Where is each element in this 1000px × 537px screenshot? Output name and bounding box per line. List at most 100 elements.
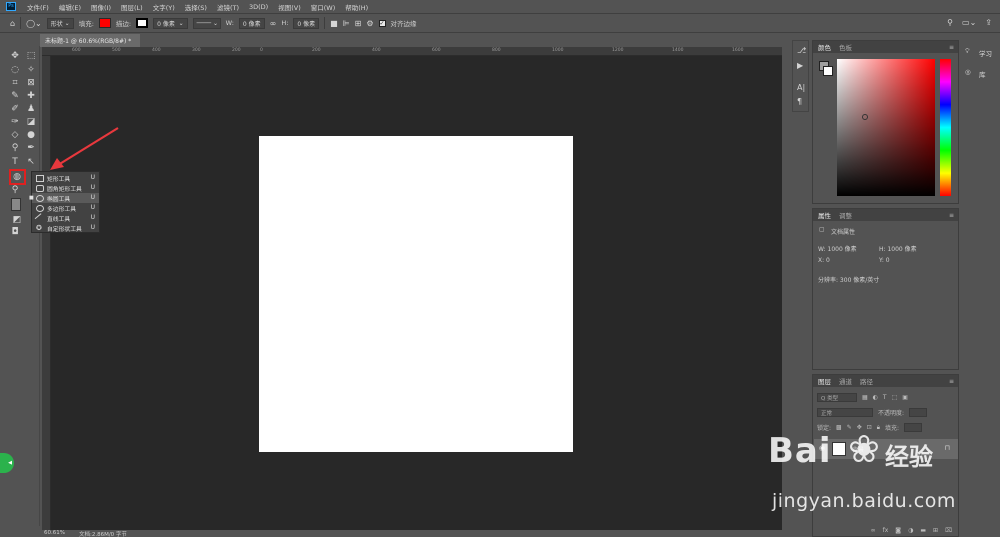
adjustment-layer-icon[interactable]: ◑ <box>908 527 913 534</box>
move-tool-icon[interactable]: ✥ <box>9 50 21 62</box>
flyout-polygon-tool[interactable]: 多边形工具 U <box>32 203 99 213</box>
pen-tool-icon[interactable]: ✒ <box>25 142 37 154</box>
tab-layers[interactable]: 图层 <box>818 376 831 386</box>
filter-pixel-icon[interactable]: ▦ <box>862 394 868 401</box>
paragraph-icon[interactable]: ¶ <box>797 97 802 106</box>
blur-tool-icon[interactable]: ● <box>25 129 37 141</box>
menu-select[interactable]: 选择(S) <box>180 2 212 12</box>
learn-label[interactable]: 学习 <box>979 48 992 58</box>
type-tool-icon[interactable]: T <box>9 156 21 168</box>
hue-slider[interactable] <box>940 59 951 196</box>
flyout-rounded-rectangle-tool[interactable]: 圆角矩形工具 U <box>32 183 99 193</box>
eyedropper-tool-icon[interactable]: ✎ <box>9 90 21 102</box>
height-field[interactable]: 0 像素 <box>293 17 320 29</box>
menu-3d[interactable]: 3D(D) <box>244 3 273 11</box>
flyout-ellipse-tool[interactable]: ■ 椭圆工具 U <box>29 193 99 203</box>
crop-tool-icon[interactable]: ⌗ <box>9 77 21 89</box>
fill-color-swatch[interactable] <box>98 18 111 28</box>
opacity-field[interactable] <box>909 408 928 417</box>
library-label[interactable]: 库 <box>979 69 986 79</box>
tab-color[interactable]: 颜色 <box>818 42 831 52</box>
doc-width[interactable]: W: 1000 像素 <box>818 244 857 253</box>
menu-edit[interactable]: 编辑(E) <box>54 2 86 12</box>
trash-icon[interactable]: ⌧ <box>945 527 952 534</box>
layer-kind-select[interactable]: Q 类型 <box>817 393 857 402</box>
character-icon[interactable]: A| <box>797 83 805 92</box>
healing-brush-icon[interactable]: ✚ <box>25 90 37 102</box>
stroke-color-swatch[interactable] <box>136 18 149 28</box>
background-swatch[interactable] <box>823 66 833 76</box>
menu-window[interactable]: 窗口(W) <box>306 2 341 12</box>
stamp-tool-icon[interactable]: ♟ <box>25 103 37 115</box>
foreground-color-icon[interactable] <box>11 198 21 211</box>
ellipse-tool-preset-icon[interactable]: ◯⌄ <box>26 19 42 28</box>
new-layer-icon[interactable]: ⊞ <box>933 527 938 534</box>
swap-colors-icon[interactable]: ◩ <box>11 214 23 226</box>
menu-filter[interactable]: 滤镜(T) <box>212 2 244 12</box>
panel-menu-icon[interactable]: ≡ <box>949 212 954 219</box>
menu-layer[interactable]: 图层(L) <box>116 2 148 12</box>
zoom-level[interactable]: 60.61% <box>44 530 65 537</box>
tool-mode-select[interactable]: 形状 ⌄ <box>46 17 74 29</box>
frame-tool-icon[interactable]: ⊠ <box>25 77 37 89</box>
tab-channels[interactable]: 通道 <box>839 376 852 386</box>
dodge-tool-icon[interactable]: ⚲ <box>9 142 21 154</box>
align-edges-checkbox[interactable]: ✓ <box>378 19 386 27</box>
filter-type-icon[interactable]: T <box>883 394 887 401</box>
link-layers-icon[interactable]: ∞ <box>871 527 876 534</box>
color-picker-field[interactable] <box>837 59 935 196</box>
document-canvas[interactable] <box>259 136 573 452</box>
path-operations-icon[interactable]: ■ <box>330 19 338 28</box>
filter-smart-icon[interactable]: ▣ <box>902 394 908 401</box>
magic-wand-icon[interactable]: ✧ <box>25 64 37 76</box>
tab-adjustments[interactable]: 调整 <box>839 210 852 220</box>
width-field[interactable]: 0 像素 <box>238 17 265 29</box>
path-alignment-icon[interactable]: ⊫ <box>343 19 350 28</box>
add-mask-icon[interactable]: ◙ <box>895 527 901 534</box>
blend-mode-select[interactable]: 正常 <box>817 408 873 417</box>
doc-height[interactable]: H: 1000 像素 <box>879 244 917 253</box>
tab-properties[interactable]: 属性 <box>818 210 831 220</box>
tab-swatches[interactable]: 色板 <box>839 42 852 52</box>
fx-icon[interactable]: fx <box>883 527 889 534</box>
menu-type[interactable]: 文字(Y) <box>148 2 180 12</box>
gear-icon[interactable]: ⚙ <box>366 19 373 28</box>
flyout-line-tool[interactable]: 直线工具 U <box>32 212 99 224</box>
stroke-type-select[interactable]: ──── ⌄ <box>192 17 221 29</box>
brush-tool-icon[interactable]: ✐ <box>9 103 21 115</box>
flyout-custom-shape-tool[interactable]: ✪ 自定形状工具 U <box>32 223 99 233</box>
share-icon[interactable]: ⇪ <box>985 18 992 27</box>
ellipse-tool-icon[interactable]: ◍ <box>11 171 23 183</box>
doc-y[interactable]: Y: 0 <box>879 257 890 264</box>
workspace-icon[interactable]: ▭⌄ <box>962 18 976 27</box>
lasso-tool-icon[interactable]: ◌ <box>9 64 21 76</box>
history-brush-icon[interactable]: ✑ <box>9 116 21 128</box>
panel-menu-icon[interactable]: ≡ <box>949 378 954 385</box>
history-icon[interactable]: ⎇ <box>797 46 806 55</box>
search-icon[interactable]: ⚲ <box>947 18 953 27</box>
menu-view[interactable]: 视图(V) <box>273 2 306 12</box>
menu-image[interactable]: 图像(I) <box>86 2 116 12</box>
stroke-width-field[interactable]: 0 像素 ⌄ <box>153 17 188 29</box>
new-group-icon[interactable]: ▬ <box>920 527 926 534</box>
link-icon[interactable]: ∞ <box>270 19 277 28</box>
tab-paths[interactable]: 路径 <box>860 376 873 386</box>
canvas-workspace[interactable] <box>51 56 782 531</box>
library-icon[interactable]: ◎ <box>965 68 971 76</box>
panel-menu-icon[interactable]: ≡ <box>949 44 954 51</box>
filter-shape-icon[interactable]: ⬚ <box>892 394 898 401</box>
paint-bucket-icon[interactable]: ◇ <box>9 129 21 141</box>
doc-x[interactable]: X: 0 <box>818 257 830 264</box>
menu-file[interactable]: 文件(F) <box>22 2 54 12</box>
eraser-tool-icon[interactable]: ◪ <box>25 116 37 128</box>
menu-help[interactable]: 帮助(H) <box>340 2 373 12</box>
document-tab[interactable]: 未标题-1 @ 60.6%(RGB/8#) * <box>40 34 140 47</box>
actions-play-icon[interactable]: ▶ <box>797 61 803 70</box>
quick-mask-icon[interactable]: ◘ <box>9 226 21 238</box>
filter-adjust-icon[interactable]: ◐ <box>873 394 878 401</box>
learn-bulb-icon[interactable]: 💡︎ <box>965 47 970 56</box>
marquee-tool-icon[interactable]: ⬚ <box>25 50 37 62</box>
color-picker-marker[interactable] <box>862 114 868 120</box>
zoom-tool-icon[interactable]: ⚲ <box>9 184 21 196</box>
path-arrangement-icon[interactable]: ⊞ <box>355 19 362 28</box>
